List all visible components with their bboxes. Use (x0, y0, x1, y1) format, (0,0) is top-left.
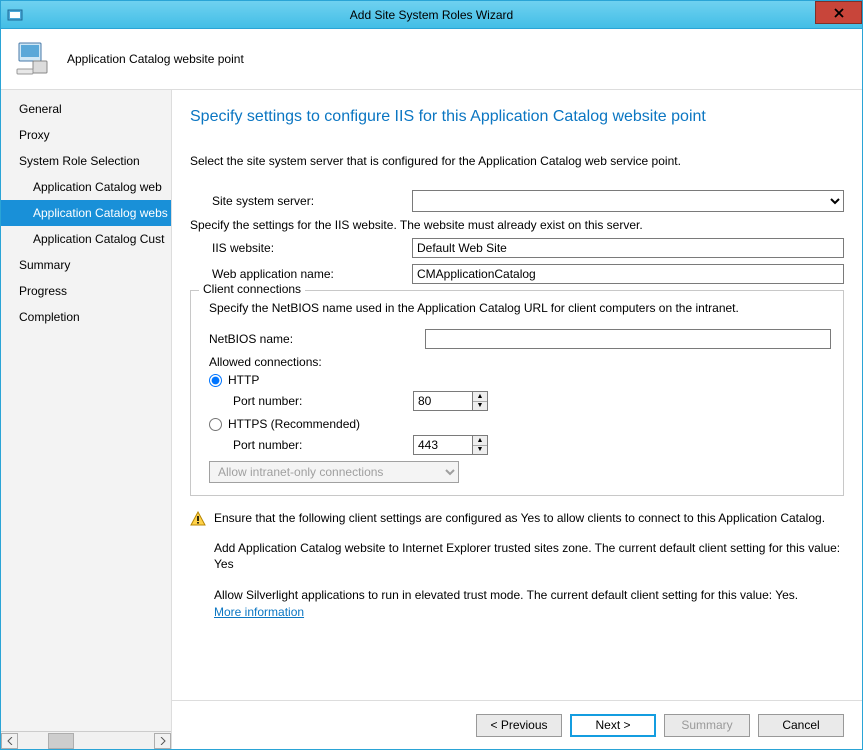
nav-app-catalog-web[interactable]: Application Catalog web (1, 174, 171, 200)
iis-website-input[interactable] (412, 238, 844, 258)
http-radio-row[interactable]: HTTP (209, 373, 831, 387)
http-label: HTTP (228, 373, 259, 387)
netbios-note: Specify the NetBIOS name used in the App… (209, 301, 831, 315)
summary-button: Summary (664, 714, 750, 737)
window-title: Add Site System Roles Wizard (1, 8, 862, 22)
connection-mode-select: Allow intranet-only connections (209, 461, 459, 483)
header-subtitle: Application Catalog website point (67, 52, 244, 66)
nav-summary[interactable]: Summary (1, 252, 171, 278)
wizard-page: Specify settings to configure IIS for th… (172, 90, 862, 700)
titlebar: Add Site System Roles Wizard (1, 1, 862, 29)
https-port-label: Port number: (233, 438, 413, 452)
https-radio[interactable] (209, 418, 222, 431)
more-info-link[interactable]: More information (214, 605, 304, 619)
http-port-input[interactable] (413, 391, 473, 411)
client-connections-group: Client connections Specify the NetBIOS n… (190, 290, 844, 496)
http-radio[interactable] (209, 374, 222, 387)
wizard-header: Application Catalog website point (1, 29, 862, 90)
https-label: HTTPS (Recommended) (228, 417, 360, 431)
netbios-input[interactable] (425, 329, 831, 349)
warning-line2: Add Application Catalog website to Inter… (214, 540, 844, 572)
intro-text: Select the site system server that is co… (190, 154, 844, 168)
wizard-footer: < Previous Next > Summary Cancel (172, 700, 862, 749)
nav-progress[interactable]: Progress (1, 278, 171, 304)
scroll-right-button[interactable] (154, 733, 171, 749)
https-port-up[interactable]: ▲ (473, 436, 487, 446)
nav-proxy[interactable]: Proxy (1, 122, 171, 148)
netbios-label: NetBIOS name: (203, 332, 425, 346)
chevron-right-icon (160, 737, 166, 745)
sidebar-scrollbar[interactable] (1, 731, 171, 749)
nav-general[interactable]: General (1, 96, 171, 122)
client-connections-legend: Client connections (199, 282, 305, 296)
webapp-name-input[interactable] (412, 264, 844, 284)
page-title: Specify settings to configure IIS for th… (190, 108, 844, 126)
cancel-button[interactable]: Cancel (758, 714, 844, 737)
computer-icon (13, 39, 53, 79)
nav-system-role-selection[interactable]: System Role Selection (1, 148, 171, 174)
https-radio-row[interactable]: HTTPS (Recommended) (209, 417, 831, 431)
chevron-left-icon (7, 737, 13, 745)
scroll-left-button[interactable] (1, 733, 18, 749)
iis-note: Specify the settings for the IIS website… (190, 218, 844, 232)
next-button[interactable]: Next > (570, 714, 656, 737)
wizard-sidebar: General Proxy System Role Selection Appl… (1, 90, 172, 749)
close-button[interactable] (815, 1, 862, 24)
nav-completion[interactable]: Completion (1, 304, 171, 330)
http-port-down[interactable]: ▼ (473, 402, 487, 411)
iis-website-label: IIS website: (190, 241, 412, 255)
webapp-name-label: Web application name: (190, 267, 412, 281)
nav-list: General Proxy System Role Selection Appl… (1, 90, 171, 731)
site-server-label: Site system server: (190, 194, 412, 208)
warning-line3: Allow Silverlight applications to run in… (214, 587, 844, 603)
nav-app-catalog-website[interactable]: Application Catalog webs (1, 200, 171, 226)
warning-icon (190, 511, 206, 527)
warning-line1: Ensure that the following client setting… (214, 510, 844, 526)
allowed-connections-label: Allowed connections: (209, 355, 831, 369)
https-port-down[interactable]: ▼ (473, 446, 487, 455)
close-icon (834, 8, 844, 18)
nav-app-catalog-cust[interactable]: Application Catalog Cust (1, 226, 171, 252)
http-port-up[interactable]: ▲ (473, 392, 487, 402)
https-port-input[interactable] (413, 435, 473, 455)
site-server-select[interactable] (412, 190, 844, 212)
scroll-thumb[interactable] (48, 733, 74, 749)
http-port-label: Port number: (233, 394, 413, 408)
previous-button[interactable]: < Previous (476, 714, 562, 737)
scroll-track[interactable] (18, 733, 154, 749)
